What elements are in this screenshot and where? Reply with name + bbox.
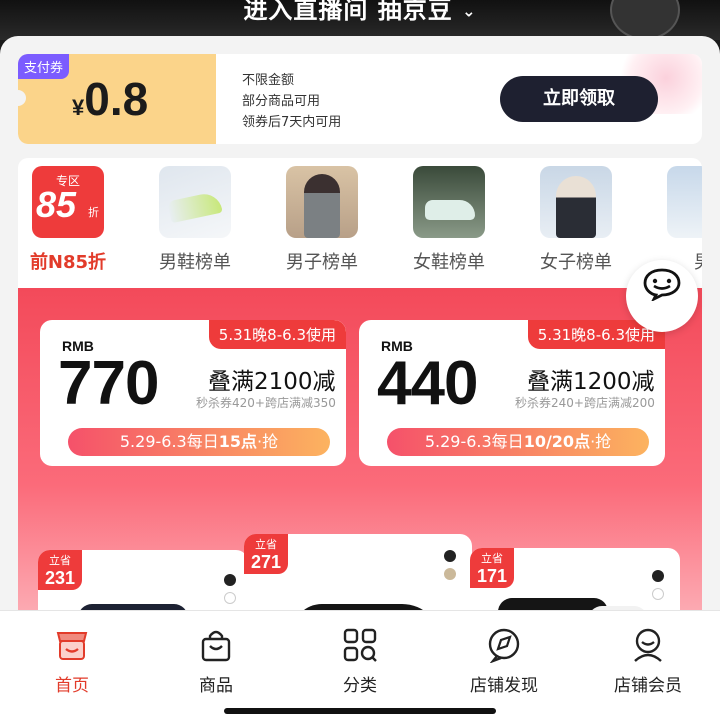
nav-membership[interactable]: 店铺会员 (576, 625, 720, 696)
nav-categories[interactable]: 分类 (288, 625, 432, 696)
next-category-image (667, 166, 702, 238)
member-icon (576, 625, 720, 665)
women-shoe-image (413, 166, 485, 238)
color-swatch[interactable] (652, 588, 664, 600)
category-women-apparel[interactable]: 女子榜单 (520, 166, 632, 274)
category-men-shoes[interactable]: 男鞋榜单 (139, 166, 251, 274)
home-indicator (224, 708, 496, 714)
storefront-icon (0, 625, 144, 665)
category-row: 专区 85 折 前N85折 男鞋榜单 男子榜单 女鞋榜单 女子榜单 男 (18, 158, 702, 288)
category-women-shoes[interactable]: 女鞋榜单 (393, 166, 505, 274)
chat-icon (643, 268, 681, 303)
claim-coupon-button[interactable]: 立即领取 (500, 76, 658, 122)
deal-subtitle: 秒杀券420+跨店满减350 (196, 396, 336, 410)
coupon-type-tag: 支付券 (18, 54, 70, 79)
category-label: 前N85折 (29, 252, 107, 273)
discover-icon (432, 625, 576, 665)
deal-amount: 770 (58, 349, 159, 418)
color-swatch[interactable] (224, 592, 236, 604)
discount-badge-icon: 专区 85 折 (32, 166, 104, 238)
save-tag: 立省 271 (244, 534, 288, 574)
category-discount-zone[interactable]: 专区 85 折 前N85折 (18, 166, 124, 274)
save-tag: 立省 231 (38, 550, 82, 590)
coupon-value-panel: 支付券 ¥0.8 (18, 54, 216, 144)
coupon-conditions: 不限金额 部分商品可用 领券后7天内可用 (242, 73, 342, 130)
category-label: 男鞋榜单 (159, 252, 231, 273)
men-shoe-image (159, 166, 231, 238)
color-swatch[interactable] (652, 570, 664, 582)
nav-products[interactable]: 商品 (144, 625, 288, 696)
deal-title: 叠满1200减 (527, 369, 655, 395)
deal-card[interactable]: 5.31晚8-6.3使用 RMB 770 叠满2100减 秒杀券420+跨店满减… (40, 320, 346, 466)
deal-title: 叠满2100减 (208, 369, 336, 395)
grab-time-button[interactable]: 5.29-6.3每日15点·抢 (68, 428, 330, 456)
category-label: 女子榜单 (540, 252, 612, 273)
grab-time-button[interactable]: 5.29-6.3每日10/20点·抢 (387, 428, 649, 456)
coupon-amount: ¥0.8 (72, 73, 149, 125)
chevron-down-icon: ⌄ (462, 1, 477, 21)
live-banner[interactable]: 进入直播间 抽京豆 ⌄ (0, 0, 720, 40)
category-next[interactable]: 男 (647, 166, 702, 274)
men-apparel-image (286, 166, 358, 238)
live-entry-text[interactable]: 进入直播间 抽京豆 ⌄ (0, 0, 720, 25)
shopping-bag-icon (144, 625, 288, 665)
category-men-apparel[interactable]: 男子榜单 (266, 166, 378, 274)
save-tag: 立省 171 (470, 548, 514, 588)
deal-amount: 440 (377, 349, 478, 418)
customer-service-button[interactable] (626, 260, 698, 332)
color-swatch[interactable] (224, 574, 236, 586)
deal-date-badge: 5.31晚8-6.3使用 (208, 320, 346, 349)
deal-subtitle: 秒杀券240+跨店满减200 (515, 396, 655, 410)
category-label: 男子榜单 (286, 252, 358, 273)
category-label: 女鞋榜单 (413, 252, 485, 273)
nav-home[interactable]: 首页 (0, 625, 144, 696)
coupon-card: 支付券 ¥0.8 不限金额 部分商品可用 领券后7天内可用 立即领取 (18, 54, 702, 144)
nav-discover[interactable]: 店铺发现 (432, 625, 576, 696)
color-swatch[interactable] (444, 568, 456, 580)
women-apparel-image (540, 166, 612, 238)
color-swatch[interactable] (444, 550, 456, 562)
deal-card[interactable]: 5.31晚8-6.3使用 RMB 440 叠满1200减 秒杀券240+跨店满减… (359, 320, 665, 466)
grid-category-icon (288, 625, 432, 665)
